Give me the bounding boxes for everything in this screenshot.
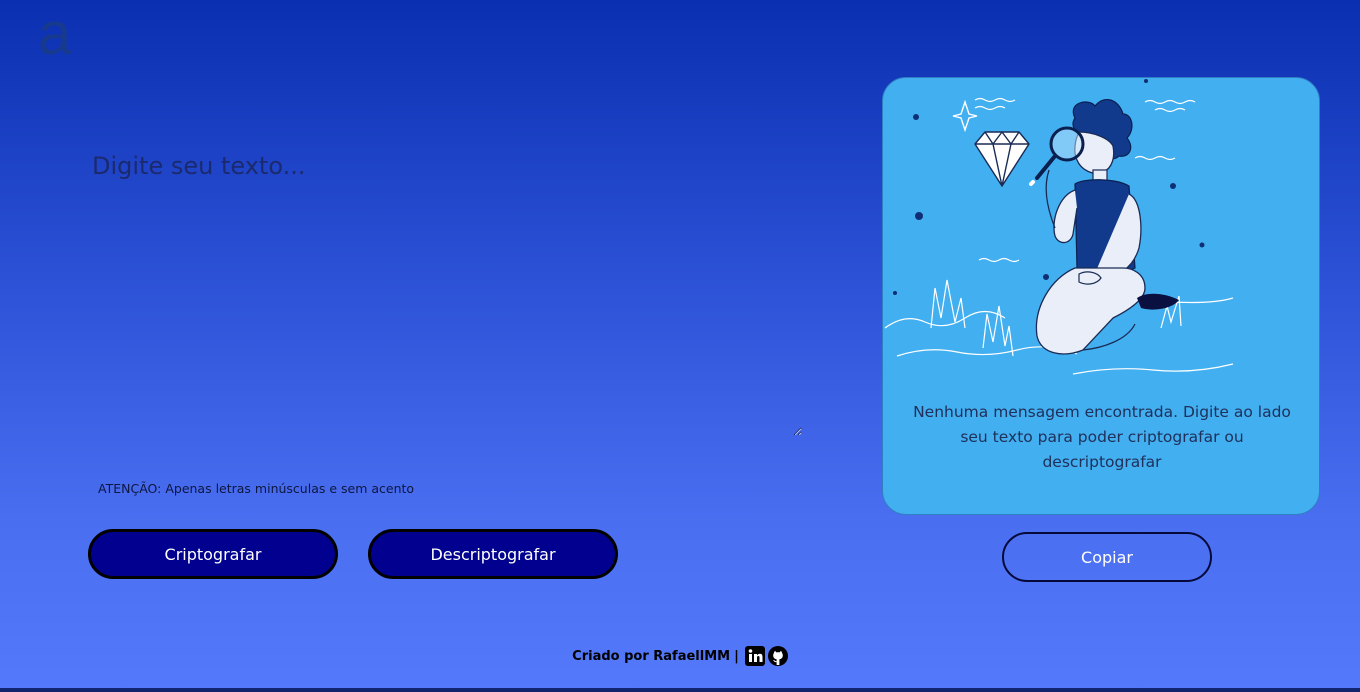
logo: a xyxy=(38,0,72,67)
copy-button[interactable]: Copiar xyxy=(1002,532,1212,582)
decrypt-button[interactable]: Descriptografar xyxy=(368,529,618,579)
illustration xyxy=(884,79,1234,375)
encrypt-button[interactable]: Criptografar xyxy=(88,529,338,579)
footer: Criado por RafaellMM | xyxy=(0,646,1360,666)
warning-text: ATENÇÃO: Apenas letras minúsculas e sem … xyxy=(98,481,415,496)
bottom-bar xyxy=(0,688,1360,692)
footer-credit: Criado por RafaellMM xyxy=(572,648,731,664)
github-icon[interactable] xyxy=(767,646,788,666)
output-panel[interactable]: Nenhuma mensagem encontrada. Digite ao l… xyxy=(882,77,1320,515)
footer-separator: | xyxy=(734,648,739,664)
resize-grip-icon[interactable] xyxy=(1309,504,1317,512)
text-input[interactable] xyxy=(88,148,802,436)
no-message-text: Nenhuma mensagem encontrada. Digite ao l… xyxy=(913,403,1291,471)
linkedin-icon[interactable] xyxy=(744,646,765,666)
